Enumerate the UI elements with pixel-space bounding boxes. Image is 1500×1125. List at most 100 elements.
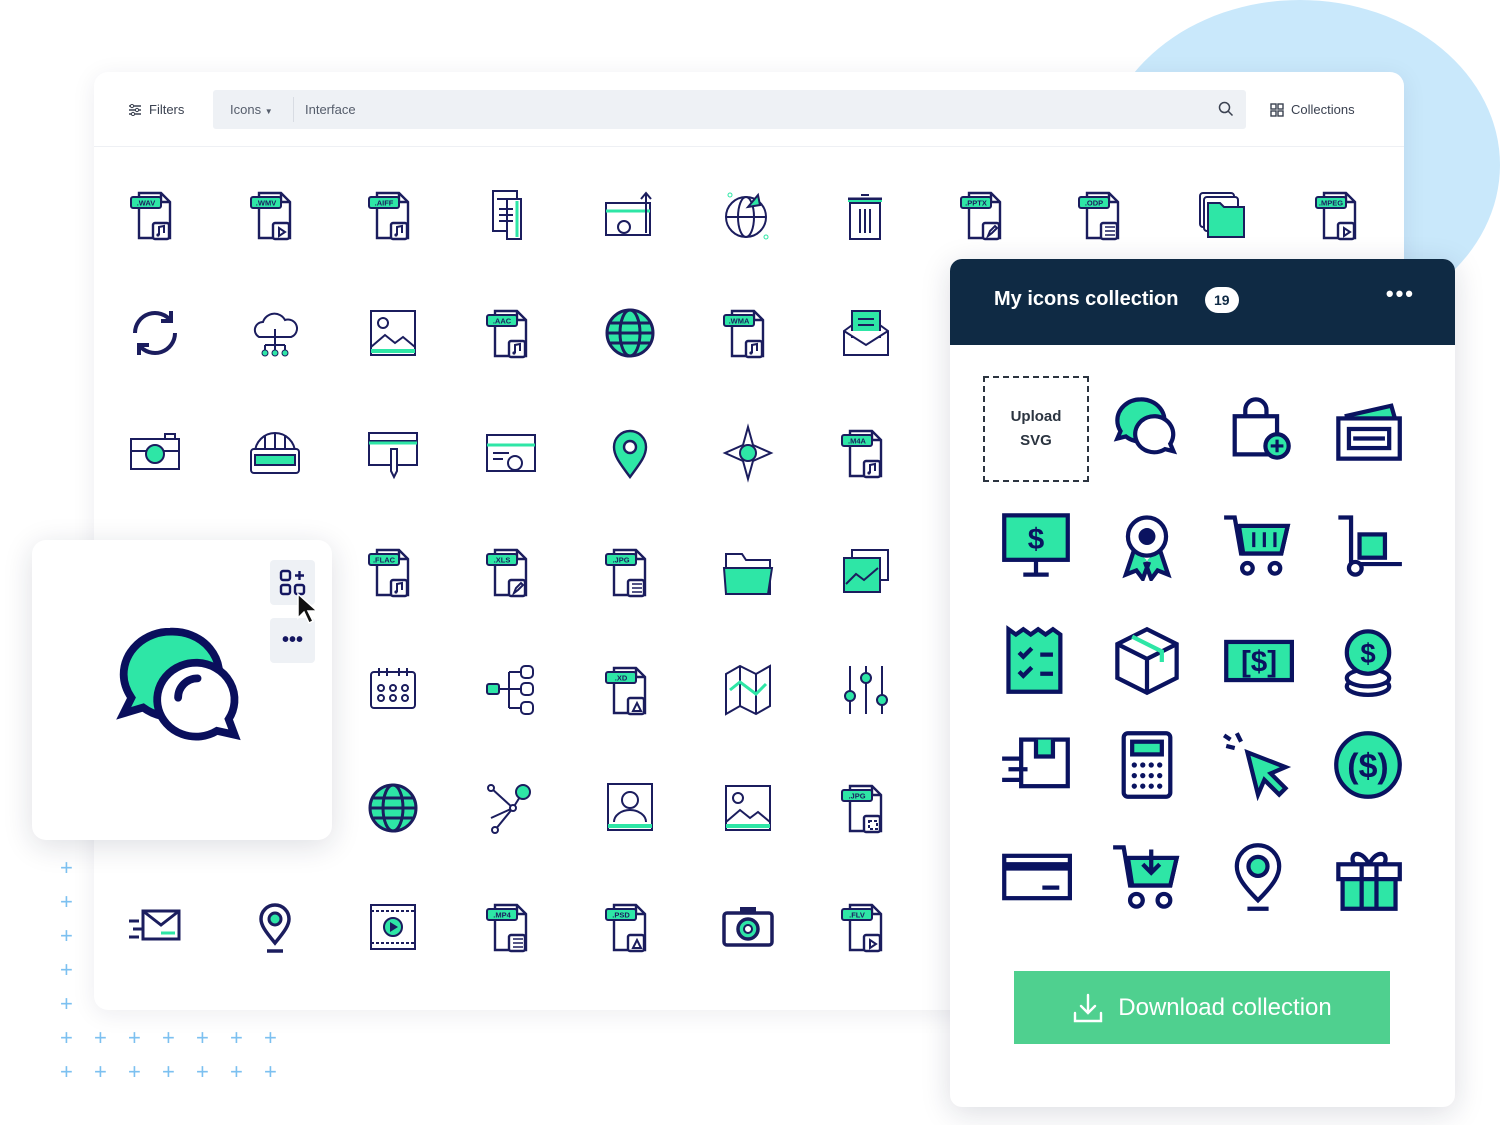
- type-select[interactable]: Icons ▼: [230, 102, 273, 117]
- pin-icon[interactable]: [245, 897, 305, 957]
- svg-text:.M4A: .M4A: [848, 437, 867, 446]
- file-xd-icon[interactable]: .XD: [600, 660, 660, 720]
- file-flac-icon[interactable]: .FLAC: [363, 542, 423, 602]
- plus-decoration: +: [60, 923, 73, 948]
- mail-fast-icon[interactable]: [125, 897, 185, 957]
- dollar-circle-icon[interactable]: ($): [1332, 729, 1404, 801]
- filters-button[interactable]: Filters: [128, 102, 184, 117]
- file-jpg-icon[interactable]: .JPG: [600, 542, 660, 602]
- refresh-icon[interactable]: [125, 303, 185, 363]
- file-mpeg-icon[interactable]: .MPEG: [1310, 185, 1370, 245]
- delivery-icon[interactable]: [1000, 729, 1072, 801]
- cart-download-icon[interactable]: [1111, 841, 1183, 913]
- grid-icon: [1270, 102, 1284, 117]
- document-icon[interactable]: [481, 185, 541, 245]
- browser-growth-icon[interactable]: [600, 185, 660, 245]
- file-pptx-icon[interactable]: .PPTX: [955, 185, 1015, 245]
- collection-panel: My icons collection 19 ••• Upload SVG $ [$…: [950, 259, 1455, 1107]
- credit-card-icon[interactable]: [1000, 841, 1072, 913]
- svg-text:.AAC: .AAC: [493, 317, 512, 326]
- plus-decoration: +: [196, 1025, 209, 1050]
- filters-label: Filters: [149, 102, 185, 117]
- coins-icon[interactable]: $: [1332, 625, 1404, 697]
- svg-text:.FLV: .FLV: [849, 911, 865, 920]
- globe-leaf-icon[interactable]: [718, 185, 778, 245]
- sliders-icon[interactable]: [836, 660, 896, 720]
- box-icon[interactable]: [1111, 625, 1183, 697]
- trash-icon[interactable]: [836, 185, 896, 245]
- caret-down-icon: ▼: [264, 107, 273, 116]
- gift-icon[interactable]: [1332, 841, 1404, 913]
- images-icon[interactable]: [836, 542, 896, 602]
- svg-text:($): ($): [1347, 748, 1388, 786]
- map-icon[interactable]: [718, 660, 778, 720]
- checklist-icon[interactable]: [1000, 625, 1072, 697]
- compass-icon[interactable]: [718, 423, 778, 483]
- file-m4a-icon[interactable]: .M4A: [836, 423, 896, 483]
- folder-icon[interactable]: [718, 542, 778, 602]
- file-flv-icon[interactable]: .FLV: [836, 897, 896, 957]
- sliders-icon: [129, 103, 141, 116]
- file-wmv-icon[interactable]: .WMV: [245, 185, 305, 245]
- svg-text:.JPG: .JPG: [612, 556, 629, 565]
- collections-button[interactable]: Collections: [1270, 102, 1355, 117]
- monitor-dollar-icon[interactable]: $: [1000, 509, 1072, 581]
- svg-text:.MP4: .MP4: [493, 911, 511, 920]
- collection-more-button[interactable]: •••: [1386, 281, 1415, 307]
- file-psd-icon[interactable]: .PSD: [600, 897, 660, 957]
- globe-filled-icon[interactable]: [600, 303, 660, 363]
- file-mp4-icon[interactable]: .MP4: [481, 897, 541, 957]
- file-aac-icon[interactable]: .AAC: [481, 303, 541, 363]
- cash-icon[interactable]: [$]: [1222, 625, 1294, 697]
- chat-icon[interactable]: [1111, 393, 1183, 465]
- svg-text:.XD: .XD: [615, 674, 628, 683]
- file-odp-icon[interactable]: .ODP: [1073, 185, 1133, 245]
- divider: [293, 97, 294, 122]
- image-icon[interactable]: [718, 778, 778, 838]
- file-aiff-icon[interactable]: .AIFF: [363, 185, 423, 245]
- plus-decoration: +: [60, 957, 73, 982]
- camera-icon[interactable]: [718, 897, 778, 957]
- trolley-icon[interactable]: [1332, 509, 1404, 581]
- search-input[interactable]: Interface: [305, 102, 356, 117]
- wallet-icon[interactable]: [1332, 393, 1404, 465]
- calendar-icon[interactable]: [363, 660, 423, 720]
- nodes-icon[interactable]: [481, 778, 541, 838]
- collection-count-badge: 19: [1205, 287, 1239, 313]
- upload-svg-button[interactable]: Upload SVG: [983, 376, 1089, 482]
- plus-decoration: +: [230, 1059, 243, 1084]
- svg-text:.XLS: .XLS: [494, 556, 511, 565]
- user-profile-icon[interactable]: [600, 778, 660, 838]
- globe-window-icon[interactable]: [245, 423, 305, 483]
- tree-icon[interactable]: [481, 660, 541, 720]
- file-wma-icon[interactable]: .WMA: [718, 303, 778, 363]
- svg-text:.MPEG: .MPEG: [1319, 199, 1343, 208]
- file-jpg-icon[interactable]: .JPG: [836, 778, 896, 838]
- image-icon[interactable]: [363, 303, 423, 363]
- folders-icon[interactable]: [1192, 185, 1252, 245]
- mail-open-icon[interactable]: [836, 303, 896, 363]
- pin-green-icon[interactable]: [600, 423, 660, 483]
- svg-text:.WAV: .WAV: [137, 199, 156, 208]
- browser-pen-icon[interactable]: [363, 423, 423, 483]
- click-icon[interactable]: [1222, 729, 1294, 802]
- video-icon[interactable]: [363, 897, 423, 957]
- pin-icon[interactable]: [1222, 841, 1294, 913]
- download-collection-button[interactable]: Download collection: [1014, 971, 1390, 1044]
- globe-filled-icon[interactable]: [363, 778, 423, 838]
- search-icon[interactable]: [1218, 101, 1234, 117]
- bag-add-icon[interactable]: [1222, 393, 1294, 465]
- camera-flat-icon[interactable]: [125, 423, 185, 483]
- search-bar: Icons ▼ Interface: [213, 90, 1246, 129]
- svg-text:.WMA: .WMA: [729, 317, 750, 326]
- cursor-icon: [297, 592, 319, 625]
- cart-icon[interactable]: [1222, 509, 1294, 581]
- cloud-network-icon[interactable]: [245, 303, 305, 363]
- award-icon[interactable]: [1111, 509, 1183, 584]
- svg-text:$: $: [1360, 638, 1375, 669]
- browser-settings-icon[interactable]: [481, 423, 541, 483]
- file-wav-icon[interactable]: .WAV: [125, 185, 185, 245]
- file-xls-icon[interactable]: .XLS: [481, 542, 541, 602]
- calculator-icon[interactable]: [1111, 729, 1183, 801]
- svg-text:.JPG: .JPG: [848, 792, 865, 801]
